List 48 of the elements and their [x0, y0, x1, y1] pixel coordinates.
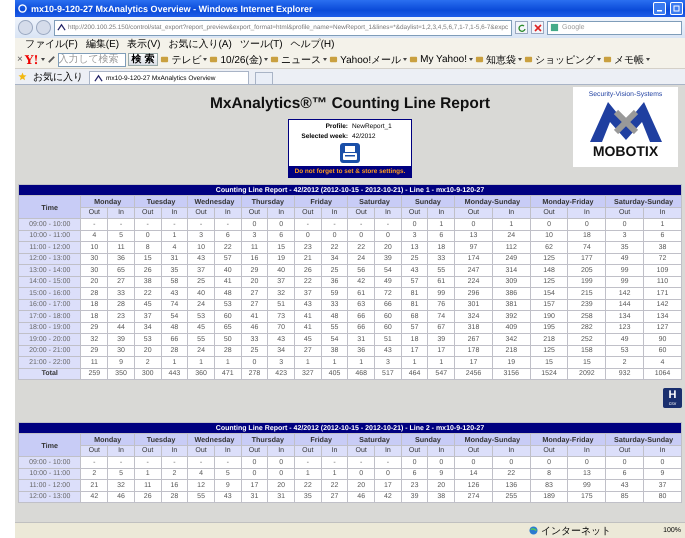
caret-icon[interactable] — [646, 58, 650, 61]
favorites-button[interactable]: お気に入り — [33, 70, 83, 84]
search-engine-icon — [550, 23, 559, 32]
close-icon[interactable] — [534, 24, 542, 32]
toolbar-item[interactable]: 10/26(金) — [220, 52, 262, 66]
window-title: mx10-9-120-27 MxAnalytics Overview - Windows Internet Explorer — [31, 4, 314, 14]
browser-logo-icon — [18, 4, 27, 13]
close-button[interactable]: × — [17, 54, 23, 65]
page-title: MxAnalytics®™ Counting Line Report — [210, 95, 490, 113]
menu-item[interactable]: ヘルプ(H) — [290, 38, 334, 50]
caret-icon[interactable] — [469, 58, 473, 61]
menu-item[interactable]: 編集(E) — [86, 38, 120, 50]
site-icon — [94, 74, 103, 82]
minimize-button[interactable] — [653, 2, 666, 15]
toolbar-item[interactable]: ショッピング — [535, 52, 595, 66]
toolbar-item[interactable]: 知恵袋 — [486, 52, 516, 66]
toolbar-item-icon[interactable] — [160, 55, 170, 64]
menu-item[interactable]: ファイル(F) — [25, 38, 78, 50]
refresh-icon[interactable] — [518, 24, 526, 32]
security-zone: インターネット — [529, 524, 612, 538]
site-icon — [57, 23, 66, 32]
stop-button[interactable] — [531, 21, 544, 34]
refresh-button[interactable] — [515, 21, 528, 34]
caret-icon[interactable] — [518, 58, 522, 61]
globe-icon — [529, 526, 538, 535]
caret-icon[interactable] — [403, 58, 408, 61]
printer-icon[interactable] — [340, 143, 360, 163]
toolbar-item[interactable]: メモ帳 — [614, 52, 644, 66]
star-icon[interactable] — [18, 72, 27, 81]
menu-item[interactable]: ツール(T) — [240, 38, 283, 50]
caret-icon[interactable] — [597, 58, 601, 61]
maximize-icon[interactable] — [673, 5, 680, 12]
forward-button[interactable] — [36, 20, 51, 35]
toolbar-item[interactable]: Yahoo!メール — [340, 52, 402, 66]
search-button[interactable]: 検 索 — [128, 53, 158, 66]
menu-item[interactable]: お気に入り(A) — [168, 38, 232, 50]
caret-icon[interactable] — [323, 58, 328, 61]
back-button[interactable] — [18, 20, 33, 35]
toolbar-item[interactable]: ニュース — [281, 52, 322, 66]
caret-icon[interactable] — [264, 58, 268, 61]
toolbar-item[interactable]: My Yahoo! — [420, 54, 467, 65]
toolbar-logo[interactable]: Y! — [24, 52, 39, 66]
maximize-button[interactable] — [670, 2, 683, 15]
toolbar-item[interactable]: テレビ — [171, 52, 202, 66]
caret-icon[interactable] — [40, 58, 45, 61]
pencil-icon[interactable] — [46, 55, 56, 64]
menu-item[interactable]: 表示(V) — [127, 38, 160, 50]
caret-icon[interactable] — [203, 58, 208, 61]
